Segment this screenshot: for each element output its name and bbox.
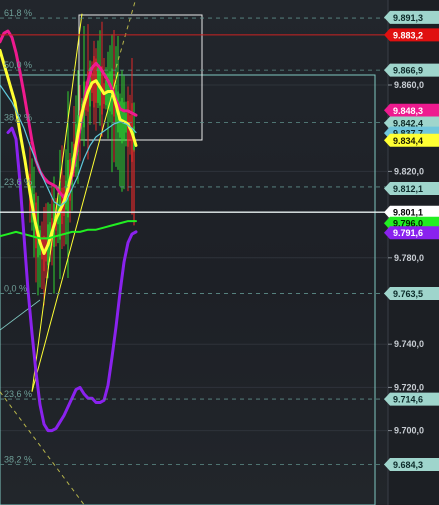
grid-layer xyxy=(0,84,387,432)
price-tag: 9.883,2 xyxy=(384,28,439,42)
axis-tick-label: 9.780,0 xyxy=(394,253,424,263)
price-tag-label: 9.883,2 xyxy=(393,30,423,40)
fib-level-label: 0,0 % xyxy=(4,283,27,293)
trading-chart[interactable]: 61,8 % 50,0 % 38,2 % 23,6 % 0,0 % 23,6 % 38,2 … xyxy=(0,0,439,505)
price-tag-label: 9.891,3 xyxy=(393,13,423,23)
axis-tick-label: 9.860,0 xyxy=(394,80,424,90)
fib-level-label: 38,2 % xyxy=(4,112,32,122)
price-tag: 9.684,3 xyxy=(384,458,439,472)
axis-tick-label: 9.820,0 xyxy=(394,166,424,176)
trend-line xyxy=(115,0,137,68)
price-tag: 9.834,4 xyxy=(384,133,439,147)
fib-anchor-line xyxy=(0,299,41,331)
price-tag: 9.763,5 xyxy=(384,286,439,300)
price-tag: 9.848,3 xyxy=(384,103,439,117)
price-tag: 9.714,6 xyxy=(384,392,439,406)
trend-line xyxy=(0,391,85,505)
price-tag-label: 9.812,1 xyxy=(393,184,423,194)
price-tag-label: 9.684,3 xyxy=(393,460,423,470)
drawing-tools-layer xyxy=(0,14,376,505)
price-tag: 9.812,1 xyxy=(384,181,439,195)
fib-level-label: 23,6 % xyxy=(4,389,32,399)
price-tag: 9.891,3 xyxy=(384,10,439,24)
price-tag-label: 9.848,3 xyxy=(393,106,423,116)
price-tag-label: 9.791,6 xyxy=(393,228,423,238)
fib-level-label: 61,8 % xyxy=(4,8,32,18)
price-tag-label: 9.834,4 xyxy=(393,136,423,146)
axis-tick-label: 9.720,0 xyxy=(394,382,424,392)
price-tag-label: 9.714,6 xyxy=(393,395,423,405)
price-tag: 9.866,9 xyxy=(384,63,439,77)
price-tag: 9.791,6 xyxy=(384,226,439,240)
price-tag-label: 9.866,9 xyxy=(393,66,423,76)
price-tag-label: 9.763,5 xyxy=(393,289,423,299)
chart-canvas[interactable]: 61,8 % 50,0 % 38,2 % 23,6 % 0,0 % 23,6 % 38,2 … xyxy=(0,0,439,505)
fib-level-label: 38,2 % xyxy=(4,455,32,465)
axis-tick-label: 9.700,0 xyxy=(394,426,424,436)
fib-level-label: 50,0 % xyxy=(4,60,32,70)
axis-tick-label: 9.740,0 xyxy=(394,339,424,349)
horizontal-lines-layer xyxy=(0,34,387,213)
price-tag-label: 9.801,1 xyxy=(393,208,423,218)
fib-level-label: 23,6 % xyxy=(4,177,32,187)
